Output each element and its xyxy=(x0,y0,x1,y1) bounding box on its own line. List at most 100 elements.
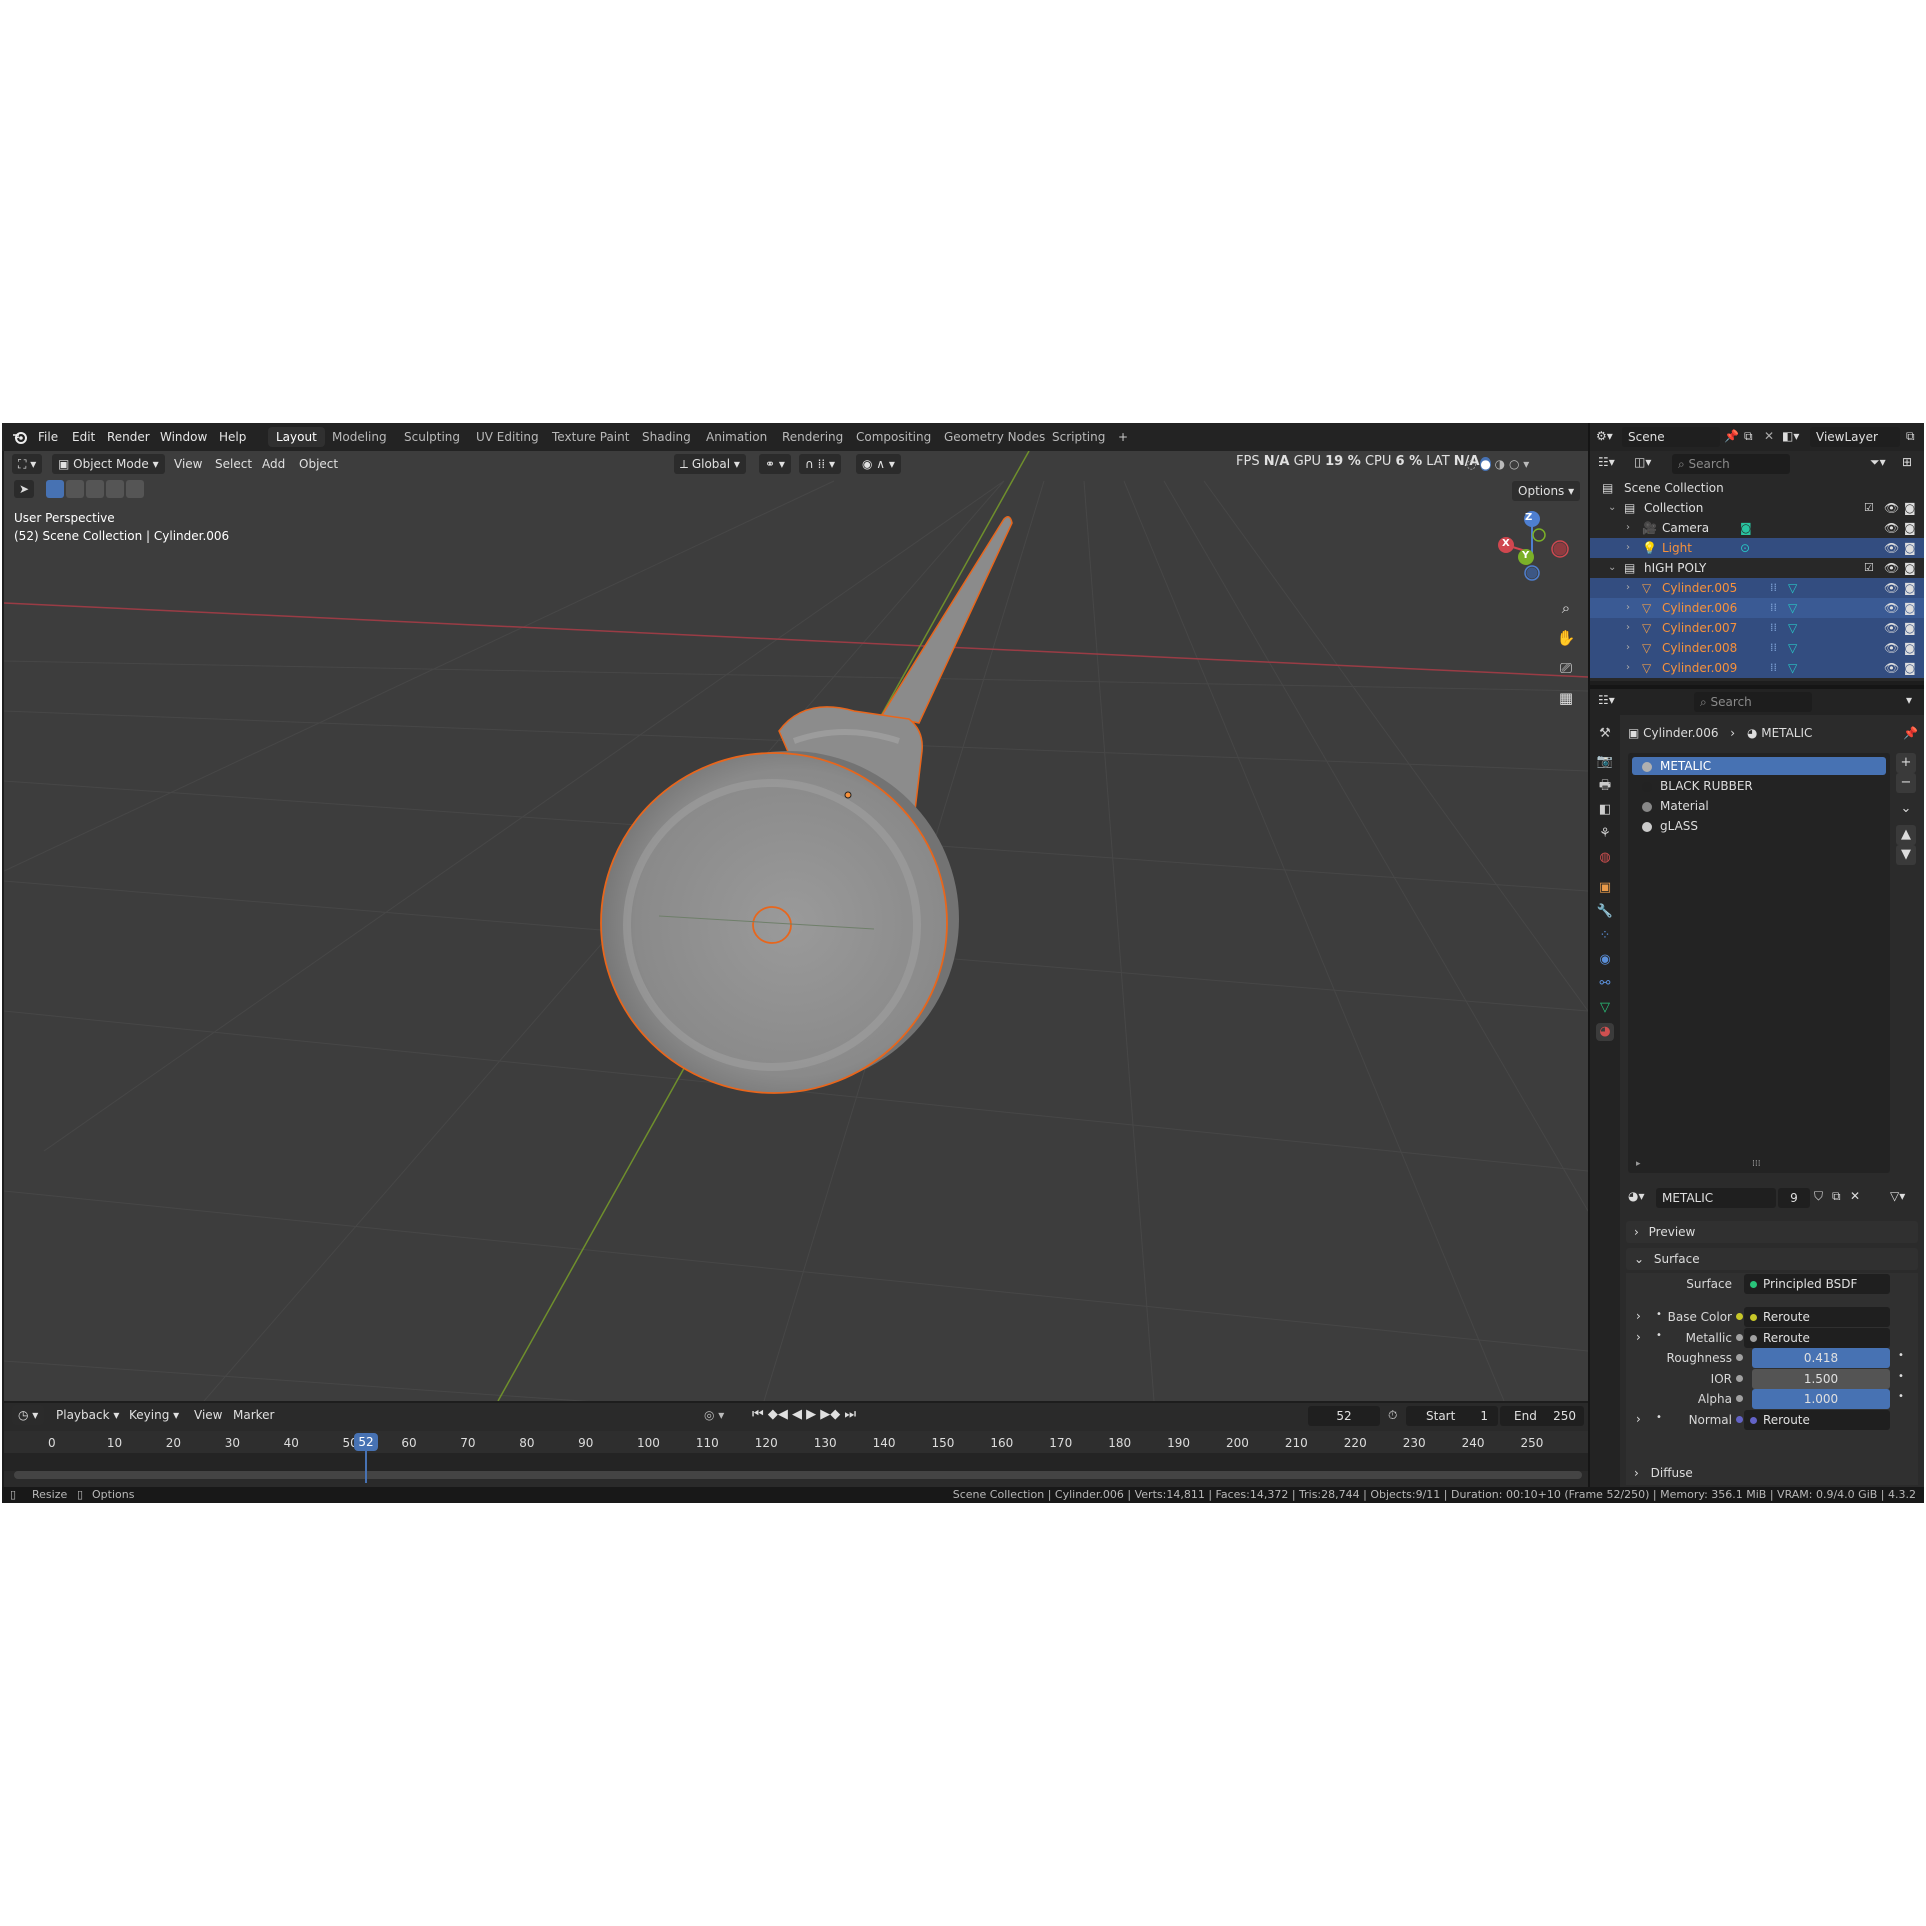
timeline-editor[interactable]: ◷ ▾ Playback ▾ Keying ▾ View Marker ◎ ▾ … xyxy=(4,1403,1588,1487)
zoom-icon[interactable]: ⌕ xyxy=(1554,593,1578,623)
mesh-data-icon[interactable]: ▽ xyxy=(1788,658,1797,678)
diffuse-subpanel[interactable]: › Diffuse xyxy=(1626,1463,1918,1483)
input-link-field[interactable]: Reroute xyxy=(1744,1327,1890,1348)
mode-select[interactable]: ▣ Object Mode ▾ xyxy=(52,454,165,474)
input-link-field[interactable]: Reroute xyxy=(1744,1409,1890,1430)
view-layer-selector[interactable]: ViewLayer xyxy=(1810,427,1900,447)
playhead-line[interactable] xyxy=(365,1451,367,1483)
input-socket-icon[interactable] xyxy=(1736,1333,1743,1341)
solid-shading-icon[interactable]: ● xyxy=(1480,457,1491,471)
select-invert-icon[interactable] xyxy=(126,480,144,498)
rendered-shading-icon[interactable]: ○ xyxy=(1509,457,1519,471)
jump-start-icon[interactable]: ⏮ xyxy=(752,1407,764,1422)
outliner-row[interactable]: ⌄ ▤ Collection ☑ 👁 ◙ xyxy=(1590,498,1924,518)
view-layer-tab-icon[interactable]: ◧ xyxy=(1596,801,1614,819)
timeline-editor-type-button[interactable]: ◷ ▾ xyxy=(12,1405,45,1425)
properties-editor[interactable]: ☷▾ ⌕ Search ▾ ⚒ 📷 🖶 ◧ ⚘ ◍ ▣ 🔧 ⁘ ◉ ⚯ ▽ ◕ … xyxy=(1590,689,1924,1487)
playhead-frame-badge[interactable]: 52 xyxy=(354,1433,378,1451)
outliner-row[interactable]: › ▽ Cylinder.009 ⁞⁞ ▽ 👁 ◙ xyxy=(1590,658,1924,678)
menu-view[interactable]: View xyxy=(174,454,202,474)
browse-material-icon[interactable]: ◕▾ xyxy=(1628,1189,1645,1203)
filter-icon[interactable]: ⏷▾ xyxy=(1870,455,1886,470)
world-tab-icon[interactable]: ◍ xyxy=(1596,849,1614,867)
next-keyframe-icon[interactable]: ▶◆ xyxy=(820,1407,840,1422)
outliner-row[interactable]: › ▽ Cylinder.007 ⁞⁞ ▽ 👁 ◙ xyxy=(1590,618,1924,638)
timeline-menu-marker[interactable]: Marker xyxy=(233,1405,274,1425)
visibility-eye-icon[interactable]: 👁 xyxy=(1884,558,1899,578)
camera-view-icon[interactable]: ⎚ xyxy=(1554,653,1578,683)
fake-user-shield-icon[interactable]: ⛉ xyxy=(1814,1189,1823,1204)
tab-animation[interactable]: Animation xyxy=(698,427,775,447)
scene-selector[interactable]: Scene xyxy=(1622,427,1720,447)
menu-select[interactable]: Select xyxy=(215,454,252,474)
timeline-menu-playback[interactable]: Playback ▾ xyxy=(56,1405,119,1425)
outliner-editor-icon[interactable]: ☷▾ xyxy=(1598,455,1615,469)
exclude-checkbox-icon[interactable]: ☑ xyxy=(1864,498,1874,518)
start-frame-field[interactable]: Start 1 xyxy=(1406,1406,1498,1426)
tab-uv-editing[interactable]: UV Editing xyxy=(468,427,547,447)
outliner-search-input[interactable]: ⌕ Search xyxy=(1672,454,1790,474)
timeline-track-area[interactable] xyxy=(4,1453,1588,1471)
preview-panel-header[interactable]: › Preview xyxy=(1626,1221,1918,1243)
material-slot-item[interactable]: gLASS xyxy=(1632,817,1886,835)
render-camera-icon[interactable]: ◙ xyxy=(1904,538,1916,558)
input-socket-icon[interactable] xyxy=(1736,1395,1743,1402)
transform-orientation-select[interactable]: ⟂ Global ▾ xyxy=(674,454,746,474)
delete-scene-icon[interactable]: ✕ xyxy=(1764,429,1774,443)
camera-data-icon[interactable]: ◙ xyxy=(1740,518,1752,538)
mesh-data-icon[interactable]: ▽ xyxy=(1788,578,1797,598)
outliner-row[interactable]: › 🎥 Camera ◙ 👁 ◙ xyxy=(1590,518,1924,538)
list-resize-handle-icon[interactable]: ⁞⁞⁞ xyxy=(1752,1159,1761,1169)
input-socket-icon[interactable] xyxy=(1736,1354,1743,1361)
material-slot-item[interactable]: Material xyxy=(1632,797,1886,815)
visibility-eye-icon[interactable]: 👁 xyxy=(1884,538,1899,558)
menu-file[interactable]: File xyxy=(38,430,58,444)
menu-window[interactable]: Window xyxy=(160,430,207,444)
select-new-icon[interactable] xyxy=(46,480,64,498)
expand-arrow-icon[interactable]: › xyxy=(1626,518,1630,538)
area-divider-vertical[interactable] xyxy=(1588,423,1590,1487)
input-socket-icon[interactable] xyxy=(1736,1374,1743,1382)
object-tab-icon[interactable]: ▣ xyxy=(1596,879,1614,897)
properties-options-icon[interactable]: ▾ xyxy=(1906,693,1912,707)
render-tab-icon[interactable]: 📷 xyxy=(1596,753,1614,771)
modifier-icon[interactable]: ⁞⁞ xyxy=(1770,618,1777,638)
pivot-button[interactable]: ⚭ ▾ xyxy=(759,454,791,474)
expand-arrow-icon[interactable]: ⌄ xyxy=(1608,558,1616,578)
add-slot-icon[interactable]: + xyxy=(1896,753,1916,773)
input-number-field[interactable]: 1.000 xyxy=(1752,1389,1890,1409)
exclude-checkbox-icon[interactable]: ☑ xyxy=(1864,558,1874,578)
render-camera-icon[interactable]: ◙ xyxy=(1904,618,1916,638)
tab-modeling[interactable]: Modeling xyxy=(324,427,395,447)
modifier-icon[interactable]: ⁞⁞ xyxy=(1770,598,1777,618)
outliner-row[interactable]: › ▽ Cylinder.008 ⁞⁞ ▽ 👁 ◙ xyxy=(1590,638,1924,658)
new-collection-icon[interactable]: ⊞ xyxy=(1902,455,1912,469)
mesh-data-icon[interactable]: ▽ xyxy=(1788,638,1797,658)
list-expand-icon[interactable]: ▸ xyxy=(1636,1159,1641,1169)
tab-sculpting[interactable]: Sculpting xyxy=(396,427,468,447)
select-intersect-icon[interactable] xyxy=(106,480,124,498)
constraints-tab-icon[interactable]: ⚯ xyxy=(1596,975,1614,993)
tab-rendering[interactable]: Rendering xyxy=(774,427,851,447)
properties-search-input[interactable]: ⌕ Search xyxy=(1694,692,1812,712)
timeline-menu-view[interactable]: View xyxy=(194,1405,222,1425)
outliner-row[interactable]: › 💡 Light ⊙ 👁 ◙ xyxy=(1590,538,1924,558)
material-slot-item[interactable]: METALIC xyxy=(1632,757,1886,775)
menu-render[interactable]: Render xyxy=(107,430,150,444)
render-camera-icon[interactable]: ◙ xyxy=(1904,598,1916,618)
input-number-field[interactable]: 1.500 xyxy=(1752,1368,1890,1389)
material-tab-icon[interactable]: ◕ xyxy=(1596,1023,1614,1041)
input-number-field[interactable]: 0.418 xyxy=(1752,1348,1890,1368)
render-camera-icon[interactable]: ◙ xyxy=(1904,518,1916,538)
unlink-material-icon[interactable]: ✕ xyxy=(1850,1189,1860,1203)
move-slot-down-icon[interactable]: ▼ xyxy=(1896,845,1916,865)
pin-scene-icon[interactable]: 📌 xyxy=(1724,429,1739,443)
data-tab-icon[interactable]: ▽ xyxy=(1596,999,1614,1017)
user-count-badge[interactable]: 9 xyxy=(1778,1188,1810,1208)
material-name-field[interactable]: METALIC xyxy=(1656,1188,1776,1208)
expand-arrow-icon[interactable]: ⌄ xyxy=(1608,498,1616,518)
jump-end-icon[interactable]: ⏭ xyxy=(844,1407,856,1422)
modifiers-tab-icon[interactable]: 🔧 xyxy=(1596,903,1614,921)
material-shading-icon[interactable]: ◑ xyxy=(1495,457,1505,471)
tab-compositing[interactable]: Compositing xyxy=(848,427,939,447)
